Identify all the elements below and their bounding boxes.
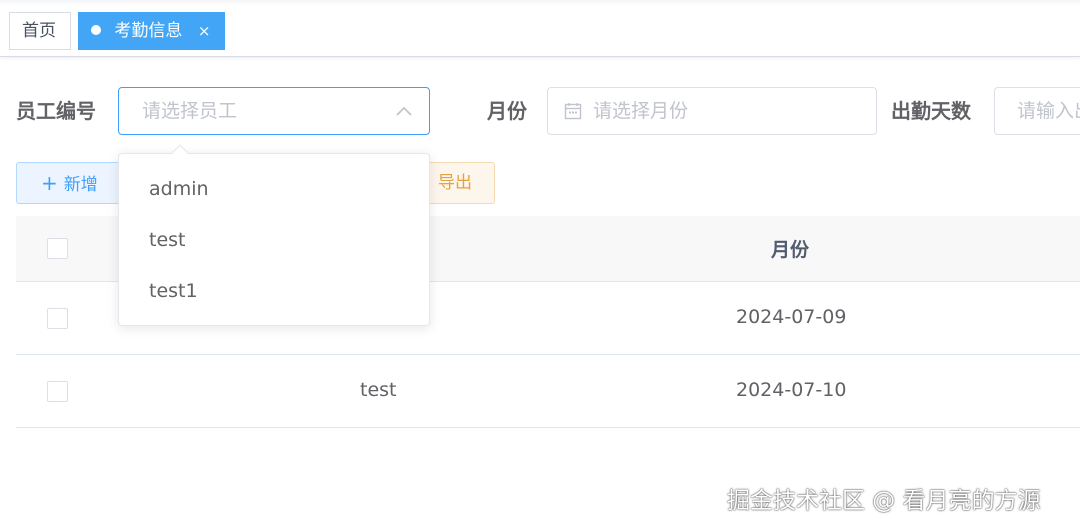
dropdown-arrow: [171, 144, 189, 162]
employee-select-placeholder: 请选择员工: [142, 100, 238, 122]
app-root: 首页 考勤信息 × 员工编号 请选择员工 月份 请选择月份 出勤天数 请输入出勤…: [0, 0, 1080, 529]
row-checkbox[interactable]: [47, 381, 68, 402]
attendance-days-placeholder: 请输入出勤天数: [1017, 100, 1080, 122]
month-picker[interactable]: 请选择月份: [547, 87, 877, 135]
add-button-label: 新增: [63, 175, 98, 195]
month-column-header: 月份: [771, 239, 810, 261]
table-row: test 2024-07-10: [16, 355, 1080, 428]
row-user: test: [360, 379, 397, 401]
row-checkbox[interactable]: [47, 308, 68, 329]
select-all-checkbox[interactable]: [47, 238, 68, 259]
employee-option-admin[interactable]: admin: [119, 164, 429, 215]
tag-close-icon[interactable]: ×: [198, 22, 211, 40]
employee-select[interactable]: 请选择员工: [118, 87, 430, 135]
tags-bar: 首页 考勤信息 ×: [0, 0, 1080, 57]
attendance-days-label: 出勤天数: [891, 99, 971, 123]
tag-home[interactable]: 首页: [9, 12, 71, 50]
employee-option-test[interactable]: test: [119, 215, 429, 266]
tag-home-label: 首页: [22, 21, 56, 41]
active-dot-icon: [91, 25, 101, 35]
attendance-days-input[interactable]: 请输入出勤天数: [994, 87, 1080, 135]
month-picker-placeholder: 请选择月份: [593, 100, 689, 122]
watermark: 掘金技术社区 @ 看月亮的方源: [727, 488, 1041, 514]
month-label: 月份: [487, 99, 527, 123]
add-button[interactable]: + 新增: [16, 162, 126, 204]
export-button-label: 导出: [438, 173, 472, 193]
employee-label: 员工编号: [16, 99, 96, 123]
tag-attendance[interactable]: 考勤信息 ×: [78, 12, 225, 50]
plus-icon: +: [41, 171, 58, 195]
employee-dropdown: admin test test1: [118, 144, 430, 326]
chevron-up-icon: [396, 106, 412, 116]
row-month: 2024-07-10: [736, 379, 847, 401]
calendar-icon: [564, 103, 582, 120]
row-month: 2024-07-09: [736, 306, 847, 328]
tag-attendance-label: 考勤信息: [114, 21, 183, 41]
employee-option-test1[interactable]: test1: [119, 266, 429, 317]
